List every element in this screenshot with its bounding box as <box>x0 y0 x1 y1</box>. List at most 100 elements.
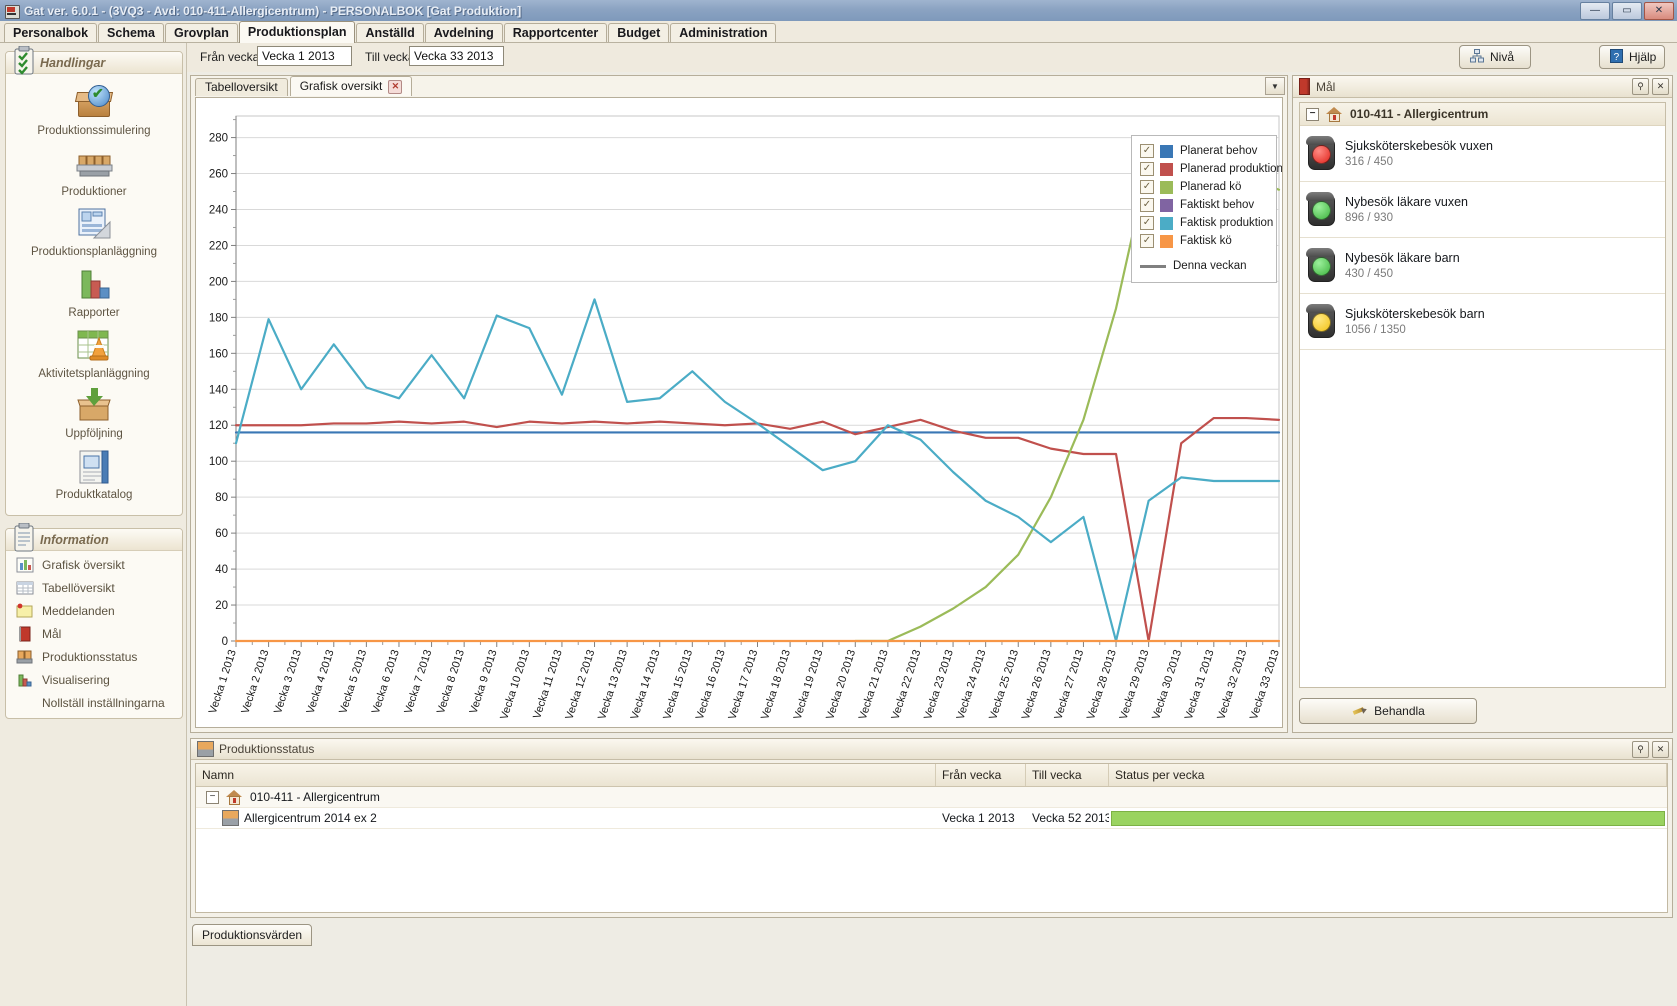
sidebar-item-produktionsstatus[interactable]: Produktionsstatus <box>6 645 182 668</box>
goal-item[interactable]: Sjuksköterskebesök barn 1056 / 1350 <box>1300 294 1665 350</box>
close-icon[interactable]: ✕ <box>1652 741 1669 758</box>
level-button[interactable]: Nivå <box>1459 45 1531 69</box>
sidebar-item-produktkatalog[interactable]: Produktkatalog <box>6 447 182 502</box>
close-button[interactable]: ✕ <box>1644 2 1674 20</box>
tab-budget[interactable]: Budget <box>608 23 670 42</box>
legend-checkbox[interactable]: ✓ <box>1140 144 1154 158</box>
minimize-button[interactable]: — <box>1580 2 1610 20</box>
sidebar-item-label: Rapporter <box>68 306 120 319</box>
row-name: Allergicentrum 2014 ex 2 <box>244 811 377 825</box>
tab-avdelning[interactable]: Avdelning <box>424 23 503 42</box>
sidebar-item-tabelloversikt[interactable]: Tabellöversikt <box>6 576 182 599</box>
svg-text:Vecka 33 2013: Vecka 33 2013 <box>1248 648 1282 721</box>
produktionsvarden-tab[interactable]: Produktionsvärden <box>192 924 313 946</box>
view-tab-tabelloversikt[interactable]: Tabelloversikt <box>195 78 288 96</box>
svg-text:Vecka 25 2013: Vecka 25 2013 <box>987 648 1021 721</box>
column-header-namn[interactable]: Namn <box>196 764 936 786</box>
table-row[interactable]: − 010-411 - Allergicentrum <box>196 787 1667 808</box>
goal-item[interactable]: Nybesök läkare vuxen 896 / 930 <box>1300 182 1665 238</box>
svg-text:80: 80 <box>215 492 228 504</box>
svg-text:Vecka 11 2013: Vecka 11 2013 <box>531 648 565 720</box>
from-week-input[interactable] <box>257 46 352 66</box>
svg-text:Vecka 21 2013: Vecka 21 2013 <box>857 648 891 721</box>
column-header-fran-vecka[interactable]: Från vecka <box>936 764 1026 786</box>
status-icon <box>222 810 239 826</box>
pin-icon[interactable]: ⚲ <box>1632 741 1649 758</box>
to-week-input[interactable] <box>409 46 504 66</box>
help-icon: ? <box>1610 48 1623 66</box>
chevron-down-icon[interactable]: ▼ <box>1265 77 1285 95</box>
sidebar-item-produktioner[interactable]: Produktioner <box>6 144 182 199</box>
goal-item[interactable]: Nybesök läkare barn 430 / 450 <box>1300 238 1665 294</box>
sidebar-item-label: Mål <box>42 626 62 641</box>
svg-text:40: 40 <box>215 564 228 576</box>
sidebar-item-label: Visualisering <box>42 672 110 687</box>
tab-personalbok[interactable]: Personalbok <box>4 23 98 42</box>
goals-list: − 010-411 - Allergicentrum Sjuksköterske… <box>1299 102 1666 688</box>
legend-row-faktisk-produktion[interactable]: ✓ Faktisk produktion <box>1140 214 1273 232</box>
reset-icon <box>16 695 34 711</box>
behandla-button[interactable]: Behandla <box>1299 698 1477 724</box>
goals-panel-title: Mål <box>1316 79 1336 94</box>
legend-checkbox[interactable]: ✓ <box>1140 234 1154 248</box>
legend-checkbox[interactable]: ✓ <box>1140 216 1154 230</box>
sidebar-item-grafisk-oversikt[interactable]: Grafisk översikt <box>6 553 182 576</box>
svg-text:Vecka 12 2013: Vecka 12 2013 <box>563 648 597 721</box>
sidebar-item-mal[interactable]: Mål <box>6 622 182 645</box>
svg-text:Vecka 1 2013: Vecka 1 2013 <box>207 648 239 715</box>
sidebar-item-aktivitetsplanlaggning[interactable]: Aktivitetsplanläggning <box>6 326 182 381</box>
sidebar-item-produktionsplanlaggning[interactable]: Produktionsplanläggning <box>6 204 182 259</box>
legend-checkbox[interactable]: ✓ <box>1140 180 1154 194</box>
tab-anstalld[interactable]: Anställd <box>356 23 424 42</box>
production-status-title: Produktionsstatus <box>219 742 315 756</box>
tab-rapportcenter[interactable]: Rapportcenter <box>503 23 608 42</box>
close-icon[interactable]: ✕ <box>388 79 403 94</box>
legend-row-planerat-behov[interactable]: ✓ Planerat behov <box>1140 142 1268 160</box>
help-button-label: Hjälp <box>1629 50 1657 64</box>
sidebar-item-nollstall-installningarna[interactable]: Nollställ inställningarna <box>6 691 182 714</box>
svg-text:Vecka 32 2013: Vecka 32 2013 <box>1215 648 1249 721</box>
table-icon <box>16 580 34 596</box>
legend-row-planerad-produktion[interactable]: ✓ Planerad produktion <box>1140 160 1282 178</box>
tab-produktionsplan[interactable]: Produktionsplan <box>238 21 356 43</box>
goal-item[interactable]: Sjuksköterskebesök vuxen 316 / 450 <box>1300 126 1665 182</box>
column-header-till-vecka[interactable]: Till vecka <box>1026 764 1109 786</box>
sidebar-item-produktionssimulering[interactable]: ✔ Produktionssimulering <box>6 83 182 138</box>
collapse-icon[interactable]: − <box>1306 107 1319 121</box>
graphical-overview-container: Tabelloversikt Grafisk oversikt ✕ ▼ 0 20 4… <box>190 75 1288 733</box>
maximize-button[interactable]: ▭ <box>1612 2 1642 20</box>
chart-canvas: 0 20 40 60 80 100 120 140 160 180 200 220 240 260 280 V… <box>195 97 1283 728</box>
legend-row-planerad-ko[interactable]: ✓ Planerad kö <box>1140 178 1268 196</box>
legend-row-faktiskt-behov[interactable]: ✓ Faktiskt behov <box>1140 196 1268 214</box>
title-bar: Gat ver. 6.0.1 - (3VQ3 - Avd: 010-411-Al… <box>0 0 1677 22</box>
legend-line-marker <box>1140 264 1166 268</box>
traffic-light-icon <box>1306 303 1336 339</box>
svg-text:Vecka 3 2013: Vecka 3 2013 <box>272 648 304 715</box>
column-header-status-per-vecka[interactable]: Status per vecka <box>1109 764 1667 786</box>
legend-swatch <box>1160 234 1173 248</box>
sidebar-item-label: Produktionsplanläggning <box>31 246 157 259</box>
status-icon <box>16 649 34 665</box>
sidebar-item-visualisering[interactable]: Visualisering <box>6 668 182 691</box>
legend-checkbox[interactable]: ✓ <box>1140 198 1154 212</box>
sidebar-item-rapporter[interactable]: Rapporter <box>6 265 182 320</box>
tab-grovplan[interactable]: Grovplan <box>164 23 238 42</box>
goal-name: Nybesök läkare vuxen <box>1345 195 1468 209</box>
sidebar-item-uppfoljning[interactable]: Uppföljning <box>6 386 182 441</box>
close-icon[interactable]: ✕ <box>1652 78 1669 95</box>
legend-row-faktisk-ko[interactable]: ✓ Faktisk kö <box>1140 232 1268 250</box>
legend-label: Faktisk kö <box>1180 235 1232 247</box>
help-button[interactable]: ? Hjälp <box>1599 45 1665 69</box>
svg-text:Vecka 29 2013: Vecka 29 2013 <box>1118 648 1152 721</box>
table-row[interactable]: Allergicentrum 2014 ex 2 Vecka 1 2013 Ve… <box>196 808 1667 829</box>
sidebar-item-meddelanden[interactable]: Meddelanden <box>6 599 182 622</box>
goals-group-row[interactable]: − 010-411 - Allergicentrum <box>1300 103 1665 126</box>
tab-administration[interactable]: Administration <box>670 23 777 42</box>
view-tab-grafisk-oversikt[interactable]: Grafisk oversikt ✕ <box>289 76 413 96</box>
goals-panel-footer: Behandla <box>1299 698 1666 724</box>
legend-checkbox[interactable]: ✓ <box>1140 162 1154 176</box>
pin-icon[interactable]: ⚲ <box>1632 78 1649 95</box>
collapse-icon[interactable]: − <box>206 790 219 804</box>
svg-text:Vecka 23 2013: Vecka 23 2013 <box>922 648 956 721</box>
tab-schema[interactable]: Schema <box>98 23 164 42</box>
